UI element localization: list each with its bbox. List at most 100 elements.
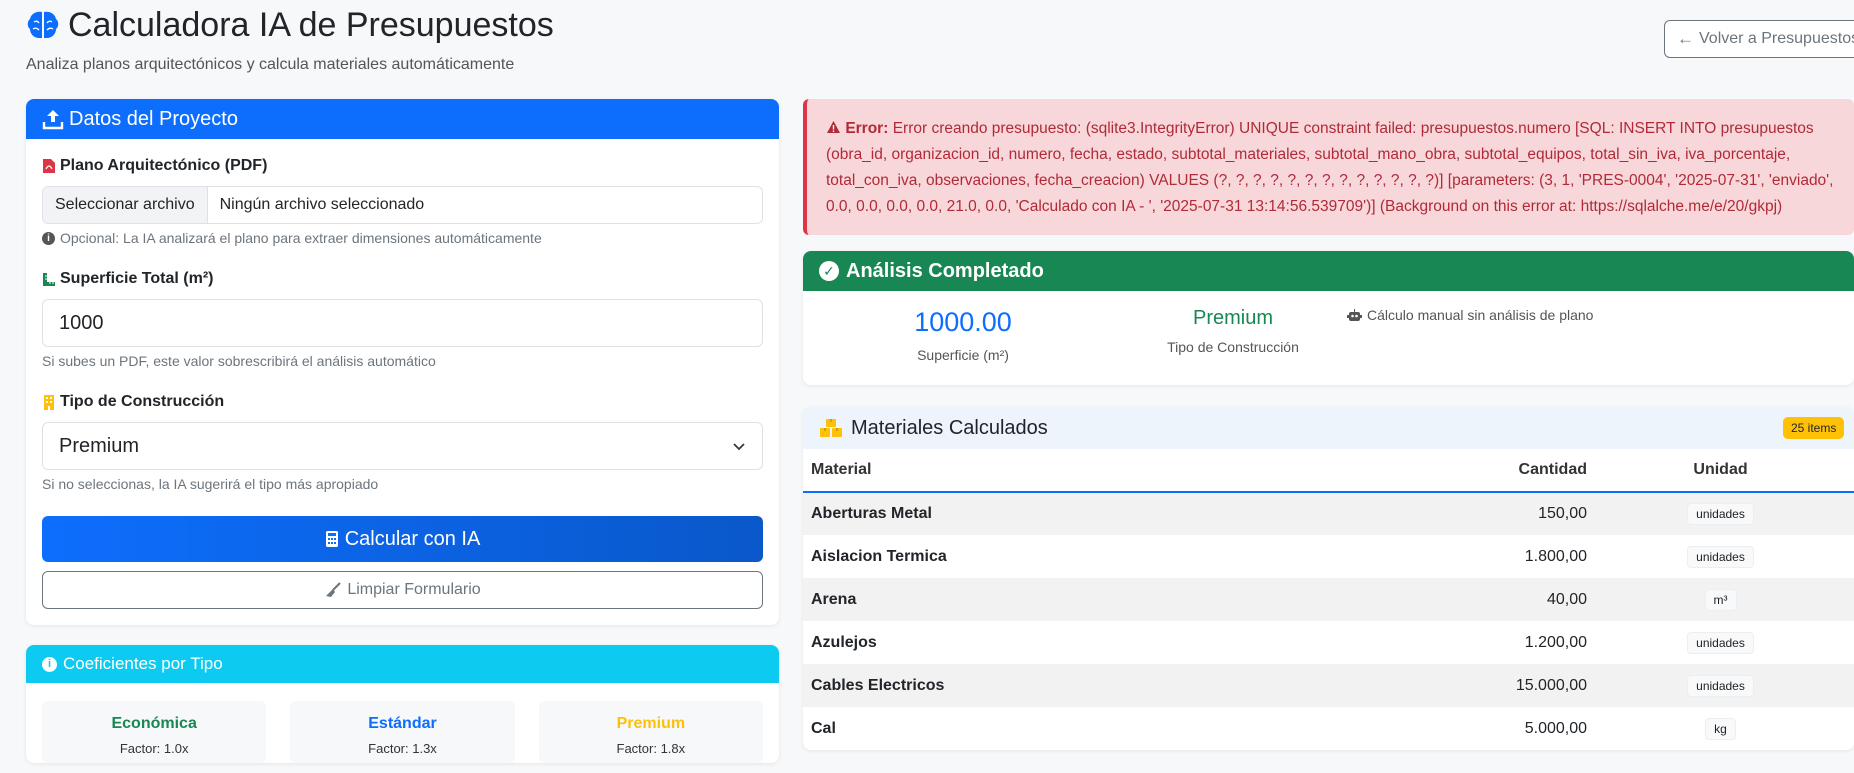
upload-icon	[42, 110, 64, 130]
arrow-left-icon: ←	[1677, 29, 1694, 48]
materials-title: Materiales Calculados	[851, 416, 1048, 439]
material-unit-cell: unidades	[1587, 621, 1854, 664]
project-data-title: Datos del Proyecto	[69, 107, 238, 130]
unit-badge: unidades	[1687, 674, 1754, 697]
column-header-quantity: Cantidad	[1363, 449, 1587, 493]
materials-card: Materiales Calculados 25 items Material …	[803, 407, 1854, 750]
material-name: Cal	[811, 719, 836, 737]
error-alert: Error: Error creando presupuesto: (sqlit…	[803, 99, 1854, 235]
type-label: Tipo de Construcción	[42, 393, 763, 411]
left-column: Datos del Proyecto Plano Arquitectónico …	[26, 99, 779, 763]
calculator-icon	[325, 531, 338, 547]
material-name: Aberturas Metal	[811, 505, 932, 522]
analysis-header: ✓ Análisis Completado	[803, 251, 1854, 291]
info-icon: i	[42, 231, 55, 245]
manual-calc-note-text: Cálculo manual sin análisis de plano	[1367, 307, 1594, 323]
unit-badge: unidades	[1687, 545, 1754, 568]
material-unit-cell: kg	[1587, 707, 1854, 750]
coefficient-name: Estándar	[368, 715, 437, 732]
page-header: Calculadora IA de Presupuestos Analiza p…	[26, 4, 554, 74]
pdf-label: Plano Arquitectónico (PDF)	[42, 157, 763, 175]
unit-badge: kg	[1705, 717, 1736, 740]
file-status: Ningún archivo seleccionado	[219, 196, 425, 213]
calculate-ai-button[interactable]: Calcular con IA	[42, 516, 763, 562]
analysis-body: 1000.00 Superficie (m²) Premium Tipo de …	[803, 291, 1854, 385]
analysis-title: Análisis Completado	[846, 259, 1044, 282]
building-icon	[44, 395, 54, 410]
type-value: Premium	[1192, 307, 1273, 329]
material-quantity: 40,00	[1546, 590, 1587, 608]
table-row: Aberturas Metal 150,00 unidades	[803, 492, 1854, 535]
ruler-icon	[43, 273, 55, 286]
material-unit-cell: m³	[1587, 578, 1854, 621]
table-header-row: Material Cantidad Unidad	[803, 449, 1854, 493]
coefficients-list: Económica Factor: 1.0x Estándar Factor: …	[26, 683, 779, 763]
back-to-budgets-button[interactable]: ← Volver a Presupuestos	[1664, 20, 1854, 58]
material-unit-cell: unidades	[1587, 492, 1854, 535]
pdf-file-input[interactable]: Seleccionar archivo Ningún archivo selec…	[42, 186, 763, 224]
error-prefix: Error:	[845, 120, 889, 137]
surface-value: 1000.00	[914, 307, 1012, 337]
material-name: Cables Electricos	[811, 676, 945, 694]
column-header-unit: Unidad	[1587, 449, 1854, 493]
pdf-help: i Opcional: La IA analizará el plano par…	[42, 230, 763, 246]
table-row: Arena 40,00 m³	[803, 578, 1854, 621]
type-metric: Premium Tipo de Construcción	[1123, 307, 1343, 355]
chevron-down-icon	[733, 442, 745, 450]
select-file-button[interactable]: Seleccionar archivo	[43, 187, 208, 223]
clear-form-button[interactable]: Limpiar Formulario	[42, 571, 763, 609]
material-quantity: 15.000,00	[1515, 676, 1587, 694]
material-quantity: 1.200,00	[1524, 633, 1587, 651]
materials-header: Materiales Calculados 25 items	[803, 407, 1854, 449]
coefficient-name: Económica	[111, 715, 197, 732]
warning-triangle-icon	[827, 121, 840, 133]
surface-help: Si subes un PDF, este valor sobrescribir…	[42, 353, 436, 369]
brain-icon	[27, 11, 59, 38]
surface-metric-label: Superficie (m²)	[917, 347, 1009, 363]
surface-label-text: Superficie Total (m²)	[60, 270, 214, 287]
table-row: Cables Electricos 15.000,00 unidades	[803, 664, 1854, 707]
coefficient-factor: Factor: 1.3x	[368, 741, 437, 756]
right-column: Error: Error creando presupuesto: (sqlit…	[803, 99, 1854, 750]
pdf-label-text: Plano Arquitectónico (PDF)	[60, 157, 268, 174]
material-unit-cell: unidades	[1587, 664, 1854, 707]
analysis-card: ✓ Análisis Completado 1000.00 Superficie…	[803, 251, 1854, 385]
materials-table: Material Cantidad Unidad Aberturas Metal…	[803, 449, 1854, 750]
calculate-button-label: Calcular con IA	[344, 527, 481, 550]
error-message: Error creando presupuesto: (sqlite3.Inte…	[826, 120, 1834, 215]
coefficient-factor: Factor: 1.0x	[119, 741, 189, 756]
construction-type-select[interactable]: Premium	[42, 422, 763, 470]
type-metric-label: Tipo de Construcción	[1167, 339, 1299, 355]
material-quantity: 1.800,00	[1524, 547, 1587, 565]
project-form: Plano Arquitectónico (PDF) Seleccionar a…	[26, 139, 779, 625]
coefficients-header: i Coeficientes por Tipo	[26, 645, 779, 683]
clear-button-label: Limpiar Formulario	[347, 581, 481, 598]
surface-input[interactable]: 1000	[42, 299, 763, 347]
coefficient-premium: Premium Factor: 1.8x	[538, 701, 763, 763]
column-header-material: Material	[803, 449, 1363, 493]
surface-metric: 1000.00 Superficie (m²)	[873, 307, 1053, 363]
material-name: Arena	[811, 590, 857, 608]
back-button-label: Volver a Presupuestos	[1699, 30, 1854, 47]
table-row: Aislacion Termica 1.800,00 unidades	[803, 535, 1854, 578]
table-row: Azulejos 1.200,00 unidades	[803, 621, 1854, 664]
items-count-badge: 25 items	[1783, 417, 1845, 439]
check-circle-icon: ✓	[819, 261, 839, 281]
surface-label: Superficie Total (m²)	[42, 270, 763, 288]
material-name: Aislacion Termica	[811, 547, 947, 565]
unit-badge: unidades	[1687, 503, 1754, 525]
pdf-file-icon	[43, 159, 55, 173]
coefficient-estandar: Estándar Factor: 1.3x	[290, 701, 515, 763]
coefficient-economica: Económica Factor: 1.0x	[42, 701, 267, 763]
type-help: Si no seleccionas, la IA sugerirá el tip…	[42, 476, 379, 492]
broom-icon	[326, 582, 342, 597]
project-data-header: Datos del Proyecto	[26, 99, 779, 139]
boxes-icon	[820, 419, 842, 437]
coefficients-card: i Coeficientes por Tipo Económica Factor…	[26, 645, 779, 763]
coefficient-name: Premium	[616, 715, 686, 732]
unit-badge: unidades	[1687, 631, 1754, 654]
material-quantity: 5.000,00	[1524, 719, 1587, 737]
page-title-text: Calculadora IA de Presupuestos	[68, 5, 554, 44]
manual-calc-note: Cálculo manual sin análisis de plano	[1347, 307, 1593, 323]
robot-icon	[1347, 308, 1362, 321]
